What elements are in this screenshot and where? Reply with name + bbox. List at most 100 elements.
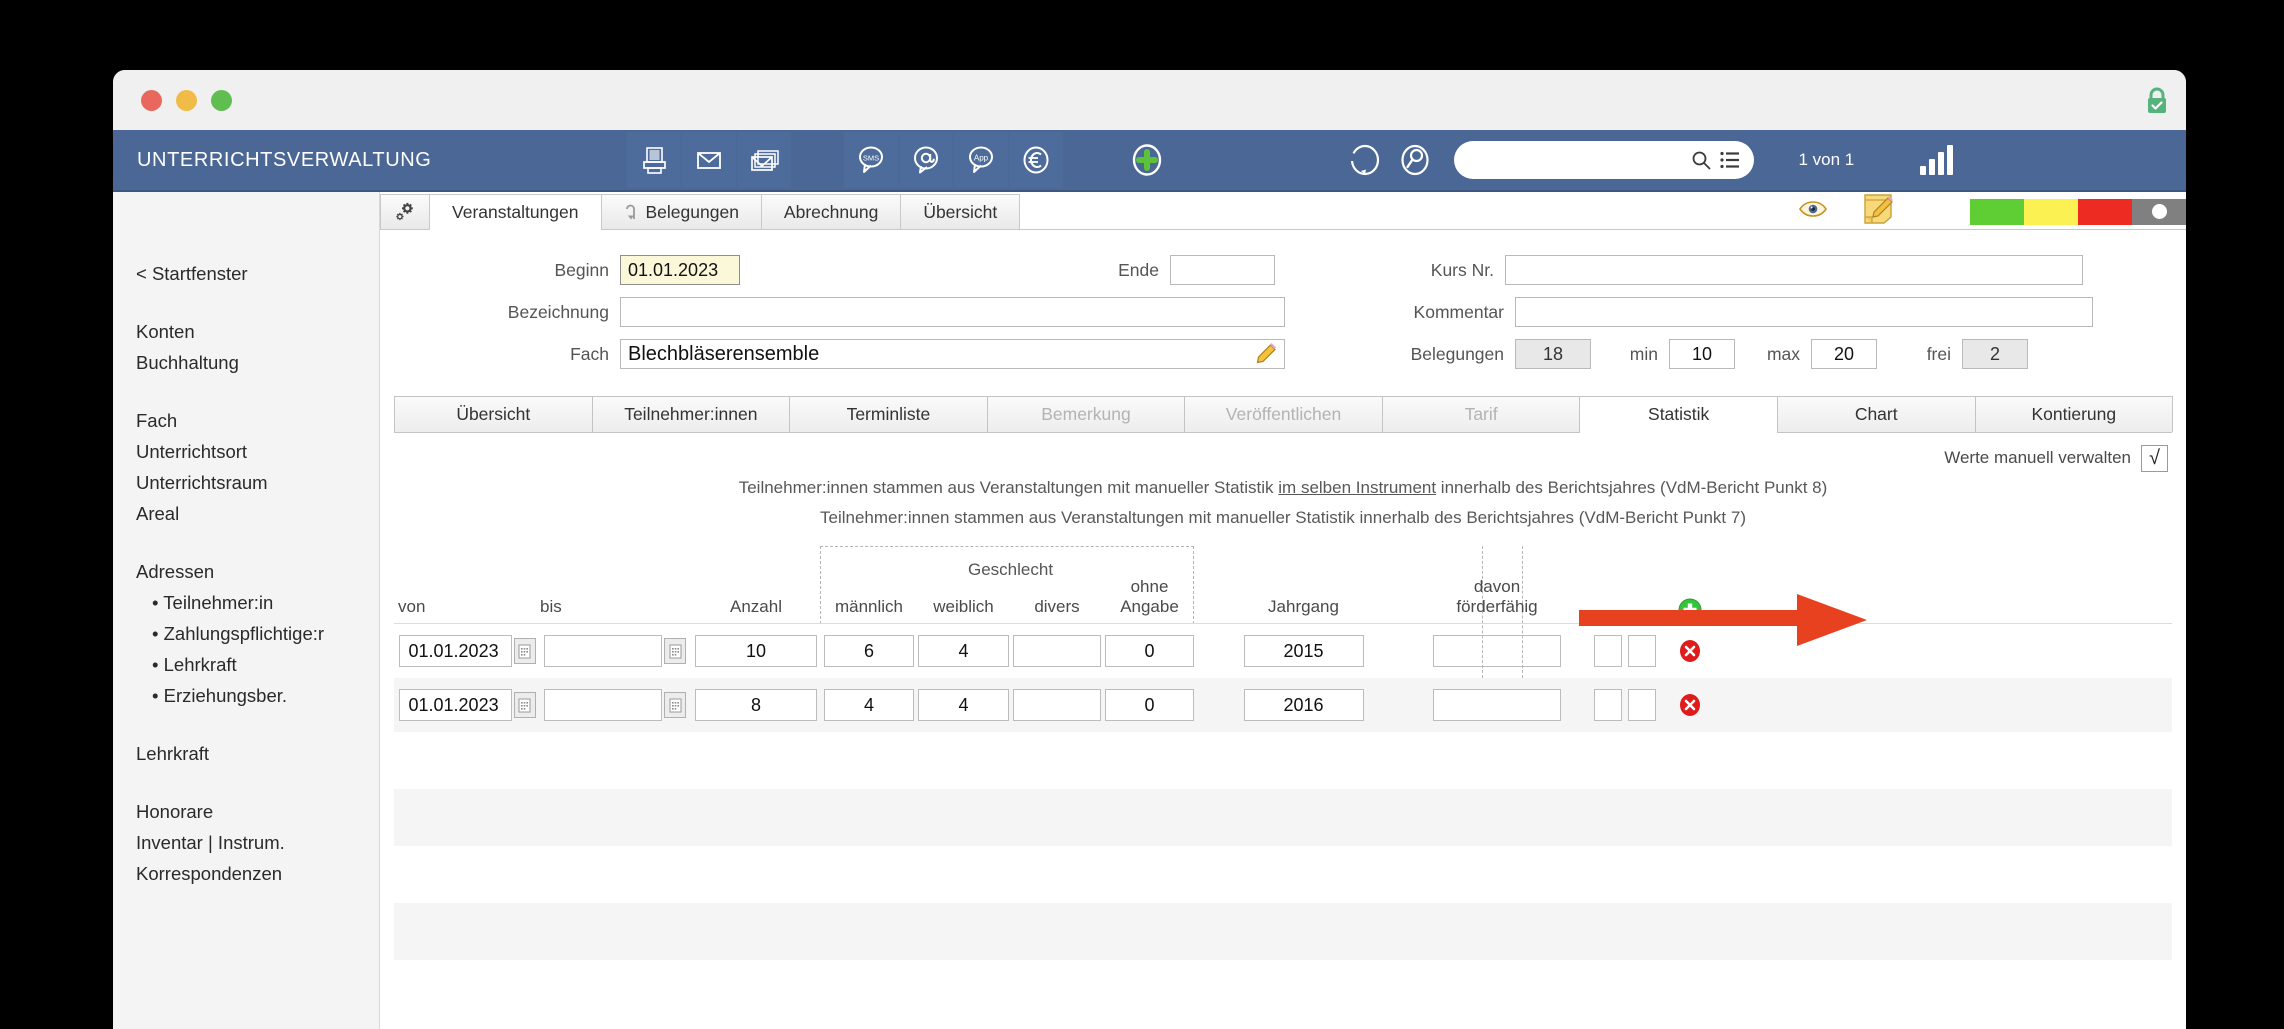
tab-abrechnung[interactable]: Abrechnung (760, 194, 902, 229)
sidebar-item-buchhaltung[interactable]: Buchhaltung (136, 347, 379, 378)
search-box[interactable] (1454, 141, 1755, 179)
cell-extra-2[interactable] (1628, 689, 1656, 721)
cell-foerderfaehig[interactable] (1433, 689, 1561, 721)
envelopes-stack-icon[interactable] (737, 132, 792, 188)
sidebar-item-unterrichtsort[interactable]: Unterrichtsort (136, 436, 379, 467)
cell-maennlich[interactable]: 4 (824, 689, 914, 721)
status-swatch-yellow[interactable] (2024, 198, 2078, 225)
tab-belegungen[interactable]: Belegungen (600, 194, 762, 229)
signal-bars-icon[interactable] (1920, 145, 1954, 175)
cell-maennlich[interactable]: 6 (824, 635, 914, 667)
add-row-button[interactable] (1667, 597, 1713, 623)
tab-kontierung[interactable]: Kontierung (1974, 396, 2174, 432)
cell-extra-2[interactable] (1628, 635, 1656, 667)
sidebar-item-startfenster[interactable]: < Startfenster (136, 258, 379, 289)
cell-extra-1[interactable] (1594, 689, 1622, 721)
cell-extra-1[interactable] (1594, 635, 1622, 667)
table-empty-row[interactable] (394, 732, 2172, 789)
sidebar-item-konten[interactable]: Konten (136, 316, 379, 347)
calendar-picker-icon[interactable] (513, 638, 536, 664)
close-button[interactable] (141, 89, 162, 111)
ende-field[interactable] (1170, 255, 1275, 285)
sidebar-item-lehrkraft-sub[interactable]: • Lehrkraft (136, 649, 379, 680)
cell-divers[interactable] (1013, 689, 1101, 721)
tab-veranstaltungen[interactable]: Veranstaltungen (429, 194, 602, 230)
cell-jahrgang[interactable]: 2016 (1243, 689, 1364, 721)
app-bubble-icon[interactable]: App (954, 132, 1009, 188)
calendar-picker-icon[interactable] (664, 692, 686, 718)
euro-circle-icon[interactable] (1009, 132, 1064, 188)
fach-value: Blechbläserensemble (628, 342, 820, 365)
manual-values-checkbox[interactable]: √ (2141, 444, 2168, 472)
sidebar-item-zahlungspflichtiger[interactable]: • Zahlungspflichtige:r (136, 618, 379, 649)
cell-bis[interactable] (544, 635, 662, 667)
list-icon[interactable] (1720, 151, 1740, 169)
sms-bubble-icon[interactable]: SMS (844, 132, 899, 188)
kommentar-field[interactable] (1515, 297, 2093, 327)
toolbar-right-group: 1 von 1 (1340, 132, 1954, 188)
sidebar-item-teilnehmerin[interactable]: • Teilnehmer:in (136, 587, 379, 618)
at-bubble-icon[interactable] (899, 132, 954, 188)
cell-weiblich[interactable]: 4 (918, 689, 1009, 721)
sidebar-item-lehrkraft[interactable]: Lehrkraft (136, 738, 379, 769)
edit-note-button[interactable] (1862, 193, 1894, 230)
min-field[interactable]: 10 (1669, 339, 1735, 369)
beginn-field[interactable]: 01.01.2023 (620, 255, 740, 285)
tab-chart[interactable]: Chart (1776, 396, 1976, 432)
table-empty-row[interactable] (394, 903, 2172, 960)
cell-ohne-angabe[interactable]: 0 (1105, 689, 1194, 721)
table-empty-row[interactable] (394, 789, 2172, 846)
cell-anzahl[interactable]: 10 (695, 635, 817, 667)
bezeichnung-field[interactable] (620, 297, 1285, 327)
cell-foerderfaehig[interactable] (1433, 635, 1561, 667)
cell-weiblich[interactable]: 4 (918, 635, 1009, 667)
tab-terminliste[interactable]: Terminliste (789, 396, 988, 432)
status-swatch-grey[interactable] (2132, 198, 2186, 225)
preview-button[interactable] (1798, 199, 1828, 224)
refresh-circle-icon[interactable] (1340, 132, 1390, 188)
delete-row-button[interactable] (1667, 639, 1713, 663)
kursnr-field[interactable] (1505, 255, 2083, 285)
cell-anzahl[interactable]: 8 (695, 689, 817, 721)
tab-teilnehmerinnen[interactable]: Teilnehmer:innen (591, 396, 791, 432)
maximize-button[interactable] (211, 89, 232, 111)
sidebar-item-areal[interactable]: Areal (136, 498, 379, 529)
status-swatch-red[interactable] (2078, 198, 2132, 225)
envelope-icon[interactable] (682, 132, 737, 188)
max-field[interactable]: 20 (1811, 339, 1877, 369)
sidebar-item-honorare[interactable]: Honorare (136, 796, 379, 827)
sidebar-item-korrespondenzen[interactable]: Korrespondenzen (136, 858, 379, 889)
cell-jahrgang[interactable]: 2015 (1243, 635, 1364, 667)
calendar-picker-icon[interactable] (664, 638, 686, 664)
table-empty-row[interactable] (394, 846, 2172, 903)
pencil-icon[interactable] (1255, 343, 1277, 365)
tab-uebersicht-top[interactable]: Übersicht (900, 194, 1021, 229)
delete-row-button[interactable] (1667, 693, 1713, 717)
cell-bis[interactable] (544, 689, 662, 721)
minimize-button[interactable] (176, 89, 197, 111)
sidebar-item-unterrichtsraum[interactable]: Unterrichtsraum (136, 467, 379, 498)
sidebar-item-inventar[interactable]: Inventar | Instrum. (136, 827, 379, 858)
cell-von[interactable]: 01.01.2023 (398, 635, 512, 667)
table-row[interactable]: 01.01.2023 8 4 4 0 2016 (394, 678, 2172, 732)
table-empty-row[interactable] (394, 960, 2172, 1017)
status-swatch-green[interactable] (1970, 198, 2024, 225)
fach-field[interactable]: Blechbläserensemble (620, 339, 1285, 369)
bezeichnung-label: Bezeichnung (507, 301, 609, 322)
sidebar-item-erziehungsber[interactable]: • Erziehungsber. (136, 680, 379, 711)
sidebar-item-fach[interactable]: Fach (136, 405, 379, 436)
printer-icon[interactable] (627, 132, 682, 188)
cell-ohne-angabe[interactable]: 0 (1105, 635, 1194, 667)
search-input[interactable] (1454, 141, 1683, 179)
tab-statistik[interactable]: Statistik (1579, 396, 1778, 433)
cell-divers[interactable] (1013, 635, 1101, 667)
table-row[interactable]: 01.01.2023 10 6 4 0 2015 (394, 624, 2172, 678)
calendar-picker-icon[interactable] (513, 692, 536, 718)
add-record-button[interactable] (1122, 132, 1172, 188)
search-icon[interactable] (1691, 150, 1711, 170)
magnifier-circle-icon[interactable] (1390, 132, 1440, 188)
cell-von[interactable]: 01.01.2023 (398, 689, 512, 721)
tab-settings-gear[interactable] (380, 194, 430, 229)
sidebar-item-adressen[interactable]: Adressen (136, 556, 379, 587)
tab-uebersicht[interactable]: Übersicht (394, 396, 593, 432)
